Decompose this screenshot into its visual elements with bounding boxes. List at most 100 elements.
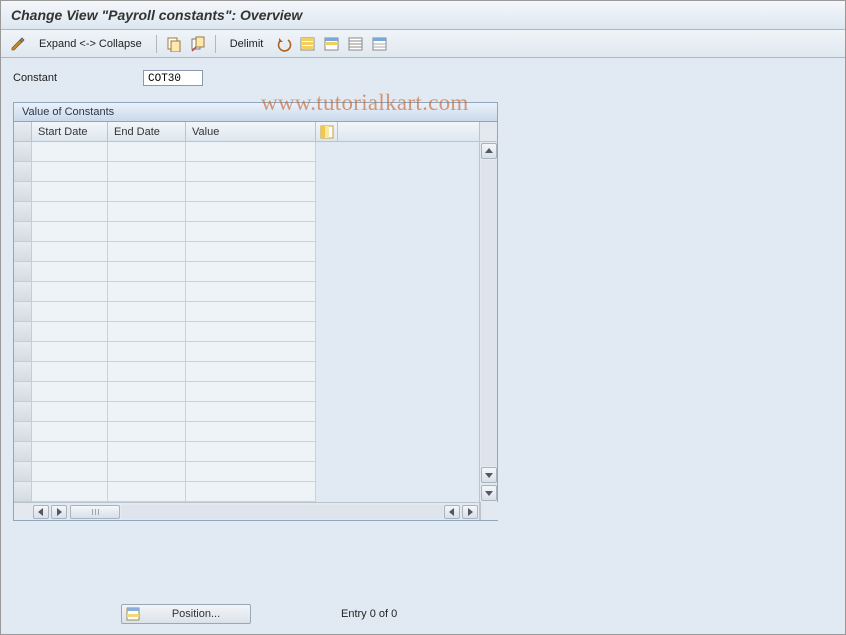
cell-value[interactable]: [186, 462, 316, 482]
table-row[interactable]: [14, 262, 479, 282]
row-selector[interactable]: [14, 422, 32, 442]
cell-start-date[interactable]: [32, 282, 108, 302]
table-row[interactable]: [14, 322, 479, 342]
row-selector-header[interactable]: [14, 122, 32, 141]
row-selector[interactable]: [14, 222, 32, 242]
table-row[interactable]: [14, 382, 479, 402]
cell-end-date[interactable]: [108, 482, 186, 502]
row-selector[interactable]: [14, 142, 32, 162]
cell-value[interactable]: [186, 362, 316, 382]
cell-value[interactable]: [186, 262, 316, 282]
row-selector[interactable]: [14, 202, 32, 222]
table-row[interactable]: [14, 362, 479, 382]
cell-end-date[interactable]: [108, 182, 186, 202]
row-selector[interactable]: [14, 322, 32, 342]
expand-collapse-button[interactable]: Expand <-> Collapse: [33, 36, 148, 52]
vscroll-track[interactable]: [481, 160, 497, 466]
configure-columns-icon[interactable]: [316, 122, 338, 141]
cell-end-date[interactable]: [108, 202, 186, 222]
scroll-left-end-button[interactable]: [444, 505, 460, 519]
new-entries-icon[interactable]: [165, 35, 183, 53]
cell-value[interactable]: [186, 162, 316, 182]
hscroll-thumb[interactable]: [70, 505, 120, 519]
row-selector[interactable]: [14, 462, 32, 482]
row-selector[interactable]: [14, 442, 32, 462]
row-selector[interactable]: [14, 382, 32, 402]
table-row[interactable]: [14, 442, 479, 462]
scroll-right-button[interactable]: [462, 505, 478, 519]
undo-change-icon[interactable]: [275, 35, 293, 53]
cell-value[interactable]: [186, 242, 316, 262]
table-row[interactable]: [14, 302, 479, 322]
cell-value[interactable]: [186, 422, 316, 442]
row-selector[interactable]: [14, 482, 32, 502]
deselect-all-icon[interactable]: [347, 35, 365, 53]
row-selector[interactable]: [14, 162, 32, 182]
cell-end-date[interactable]: [108, 462, 186, 482]
table-row[interactable]: [14, 462, 479, 482]
cell-end-date[interactable]: [108, 262, 186, 282]
cell-value[interactable]: [186, 482, 316, 502]
table-row[interactable]: [14, 202, 479, 222]
cell-end-date[interactable]: [108, 222, 186, 242]
cell-start-date[interactable]: [32, 202, 108, 222]
row-selector[interactable]: [14, 302, 32, 322]
row-selector[interactable]: [14, 362, 32, 382]
col-header-start-date[interactable]: Start Date: [32, 122, 108, 141]
table-row[interactable]: [14, 402, 479, 422]
cell-start-date[interactable]: [32, 342, 108, 362]
cell-start-date[interactable]: [32, 402, 108, 422]
hscroll-track[interactable]: [122, 505, 443, 519]
cell-end-date[interactable]: [108, 442, 186, 462]
table-row[interactable]: [14, 182, 479, 202]
cell-end-date[interactable]: [108, 362, 186, 382]
scroll-down-button[interactable]: [481, 467, 497, 483]
row-selector[interactable]: [14, 262, 32, 282]
cell-start-date[interactable]: [32, 442, 108, 462]
row-selector[interactable]: [14, 242, 32, 262]
cell-start-date[interactable]: [32, 222, 108, 242]
row-selector[interactable]: [14, 402, 32, 422]
row-selector[interactable]: [14, 182, 32, 202]
table-row[interactable]: [14, 242, 479, 262]
cell-value[interactable]: [186, 282, 316, 302]
table-row[interactable]: [14, 482, 479, 502]
cell-value[interactable]: [186, 382, 316, 402]
constant-input[interactable]: COT30: [143, 70, 203, 86]
cell-end-date[interactable]: [108, 382, 186, 402]
scroll-up-button[interactable]: [481, 143, 497, 159]
col-header-end-date[interactable]: End Date: [108, 122, 186, 141]
scroll-right-inner-button[interactable]: [51, 505, 67, 519]
cell-start-date[interactable]: [32, 182, 108, 202]
cell-start-date[interactable]: [32, 322, 108, 342]
table-settings-icon[interactable]: [371, 35, 389, 53]
cell-value[interactable]: [186, 142, 316, 162]
cell-value[interactable]: [186, 302, 316, 322]
cell-end-date[interactable]: [108, 322, 186, 342]
table-row[interactable]: [14, 162, 479, 182]
copy-as-icon[interactable]: [189, 35, 207, 53]
row-selector[interactable]: [14, 282, 32, 302]
cell-value[interactable]: [186, 402, 316, 422]
table-row[interactable]: [14, 142, 479, 162]
table-row[interactable]: [14, 222, 479, 242]
cell-start-date[interactable]: [32, 302, 108, 322]
cell-start-date[interactable]: [32, 482, 108, 502]
cell-value[interactable]: [186, 442, 316, 462]
cell-start-date[interactable]: [32, 362, 108, 382]
delimit-button[interactable]: Delimit: [224, 36, 270, 52]
cell-end-date[interactable]: [108, 242, 186, 262]
change-display-icon[interactable]: [9, 35, 27, 53]
cell-value[interactable]: [186, 202, 316, 222]
cell-value[interactable]: [186, 342, 316, 362]
col-header-value[interactable]: Value: [186, 122, 316, 141]
position-button[interactable]: Position...: [121, 604, 251, 624]
cell-end-date[interactable]: [108, 302, 186, 322]
cell-start-date[interactable]: [32, 162, 108, 182]
cell-end-date[interactable]: [108, 402, 186, 422]
select-all-icon[interactable]: [299, 35, 317, 53]
cell-end-date[interactable]: [108, 142, 186, 162]
cell-start-date[interactable]: [32, 422, 108, 442]
cell-end-date[interactable]: [108, 422, 186, 442]
cell-start-date[interactable]: [32, 242, 108, 262]
